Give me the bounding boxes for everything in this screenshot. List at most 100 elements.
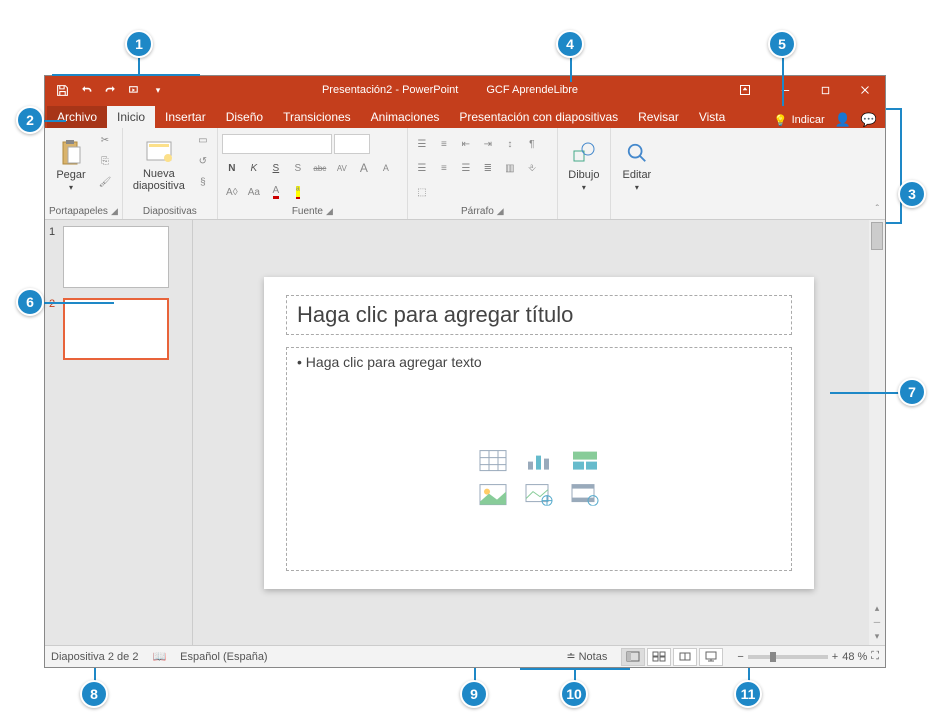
- notes-button[interactable]: ≐ Notas: [566, 650, 607, 663]
- slide-thumbnail-2[interactable]: [63, 298, 169, 360]
- cut-button[interactable]: ✂: [95, 130, 115, 150]
- align-text-button[interactable]: ⎀: [522, 158, 542, 178]
- leader-7: [830, 392, 900, 394]
- reset-button[interactable]: ↺: [193, 151, 213, 171]
- paste-button[interactable]: Pegar ▾: [49, 130, 93, 200]
- prev-slide-button[interactable]: ▴: [869, 603, 885, 617]
- clipboard-icon: [57, 139, 85, 167]
- font-size-combo[interactable]: [334, 134, 370, 154]
- layout-button[interactable]: ▭: [193, 130, 213, 150]
- zoom-slider[interactable]: [748, 655, 828, 659]
- editing-button[interactable]: Editar ▾: [615, 130, 659, 200]
- leader-1h: [52, 74, 200, 76]
- maximize-button[interactable]: [805, 76, 845, 104]
- spellcheck-icon[interactable]: 📖: [152, 650, 166, 663]
- insert-video-icon[interactable]: [565, 480, 605, 508]
- slide-counter[interactable]: Diapositiva 2 de 2: [51, 651, 138, 663]
- increase-indent-button[interactable]: ⇥: [478, 134, 498, 154]
- paragraph-launcher[interactable]: ◢: [497, 206, 504, 217]
- text-direction-button[interactable]: ¶: [522, 134, 542, 154]
- zoom-out-button[interactable]: −: [737, 651, 743, 663]
- collapse-ribbon-button[interactable]: ˆ: [876, 204, 879, 215]
- align-right-button[interactable]: ☰: [456, 158, 476, 178]
- vertical-scrollbar[interactable]: ▴ ─ ▾: [869, 220, 885, 645]
- zoom-percent[interactable]: 48 %: [842, 651, 867, 663]
- tab-view[interactable]: Vista: [689, 106, 735, 128]
- shadow-button[interactable]: S: [288, 158, 308, 178]
- strike-button[interactable]: abc: [310, 158, 330, 178]
- underline-button[interactable]: S: [266, 158, 286, 178]
- insert-online-picture-icon[interactable]: [519, 480, 559, 508]
- font-launcher[interactable]: ◢: [326, 206, 333, 217]
- fit-to-window-button[interactable]: ⛶: [871, 650, 879, 663]
- tab-file[interactable]: Archivo: [47, 106, 107, 128]
- bullets-button[interactable]: ☰: [412, 134, 432, 154]
- content-placeholder[interactable]: • Haga clic para agregar texto: [286, 347, 792, 571]
- convert-smartart-button[interactable]: ⬚: [412, 182, 432, 202]
- scroll-thumb[interactable]: [871, 222, 883, 250]
- tell-me-search[interactable]: 💡 Indicar: [774, 114, 825, 127]
- drawing-button[interactable]: Dibujo ▾: [562, 130, 606, 200]
- char-spacing-button[interactable]: AV: [332, 158, 352, 178]
- comments-icon[interactable]: 💬: [861, 112, 877, 128]
- normal-view-button[interactable]: [621, 648, 645, 666]
- insert-smartart-icon[interactable]: [565, 446, 605, 474]
- save-button[interactable]: [51, 79, 73, 101]
- insert-picture-icon[interactable]: [473, 480, 513, 508]
- zoom-handle[interactable]: [770, 652, 776, 662]
- share-icon[interactable]: 👤: [835, 112, 851, 128]
- tab-slideshow[interactable]: Presentación con diapositivas: [449, 106, 628, 128]
- copy-button[interactable]: ⎘: [95, 151, 115, 171]
- tab-insert[interactable]: Insertar: [155, 106, 216, 128]
- bold-button[interactable]: N: [222, 158, 242, 178]
- insert-chart-icon[interactable]: [519, 446, 559, 474]
- slideshow-view-button[interactable]: [699, 648, 723, 666]
- align-left-button[interactable]: ☰: [412, 158, 432, 178]
- tab-home[interactable]: Inicio: [107, 106, 155, 128]
- italic-button[interactable]: K: [244, 158, 264, 178]
- shrink-font-button[interactable]: A: [376, 158, 396, 178]
- align-center-button[interactable]: ≡: [434, 158, 454, 178]
- zoom-in-button[interactable]: +: [832, 651, 838, 663]
- tab-design[interactable]: Diseño: [216, 106, 273, 128]
- slide-sorter-view-button[interactable]: [647, 648, 671, 666]
- language-indicator[interactable]: Español (España): [180, 651, 267, 663]
- slide-nav-buttons: ▴ ─ ▾: [869, 603, 885, 645]
- slide-thumbnail-1[interactable]: [63, 226, 169, 288]
- format-painter-button[interactable]: 🖌: [95, 172, 115, 192]
- app-name: PowerPoint: [402, 84, 458, 96]
- clear-formatting-button[interactable]: A◊: [222, 182, 242, 202]
- section-button[interactable]: §: [193, 172, 213, 192]
- grow-font-button[interactable]: A: [354, 158, 374, 178]
- change-case-button[interactable]: Aa: [244, 182, 264, 202]
- ribbon-display-options[interactable]: [725, 76, 765, 104]
- title-placeholder[interactable]: Haga clic para agregar título: [286, 295, 792, 335]
- decrease-indent-button[interactable]: ⇤: [456, 134, 476, 154]
- undo-button[interactable]: [75, 79, 97, 101]
- slide-canvas[interactable]: Haga clic para agregar título • Haga cli…: [264, 277, 814, 589]
- font-family-combo[interactable]: [222, 134, 332, 154]
- tab-review[interactable]: Revisar: [628, 106, 689, 128]
- ribbon: Pegar ▾ ✂ ⎘ 🖌 Portapapeles◢ Nueva diapos…: [45, 128, 885, 220]
- insert-table-icon[interactable]: [473, 446, 513, 474]
- close-button[interactable]: [845, 76, 885, 104]
- reading-view-button[interactable]: [673, 648, 697, 666]
- slides-group-label: Diapositivas: [143, 206, 197, 217]
- next-slide-button[interactable]: ▾: [869, 631, 885, 645]
- highlight-button[interactable]: ª: [288, 182, 308, 202]
- clipboard-launcher[interactable]: ◢: [111, 206, 118, 217]
- group-slides: Nueva diapositiva ▭ ↺ § Diapositivas: [123, 128, 218, 219]
- line-spacing-button[interactable]: ↕: [500, 134, 520, 154]
- tab-animations[interactable]: Animaciones: [361, 106, 450, 128]
- numbering-button[interactable]: ≡: [434, 134, 454, 154]
- quick-access-toolbar: ▾: [45, 79, 175, 101]
- justify-button[interactable]: ≣: [478, 158, 498, 178]
- tab-transitions[interactable]: Transiciones: [273, 106, 361, 128]
- qat-customize-button[interactable]: ▾: [147, 79, 169, 101]
- redo-button[interactable]: [99, 79, 121, 101]
- start-from-beginning-button[interactable]: [123, 79, 145, 101]
- columns-button[interactable]: ▥: [500, 158, 520, 178]
- font-color-button[interactable]: A: [266, 182, 286, 202]
- minimize-button[interactable]: [765, 76, 805, 104]
- new-slide-button[interactable]: Nueva diapositiva: [127, 130, 191, 200]
